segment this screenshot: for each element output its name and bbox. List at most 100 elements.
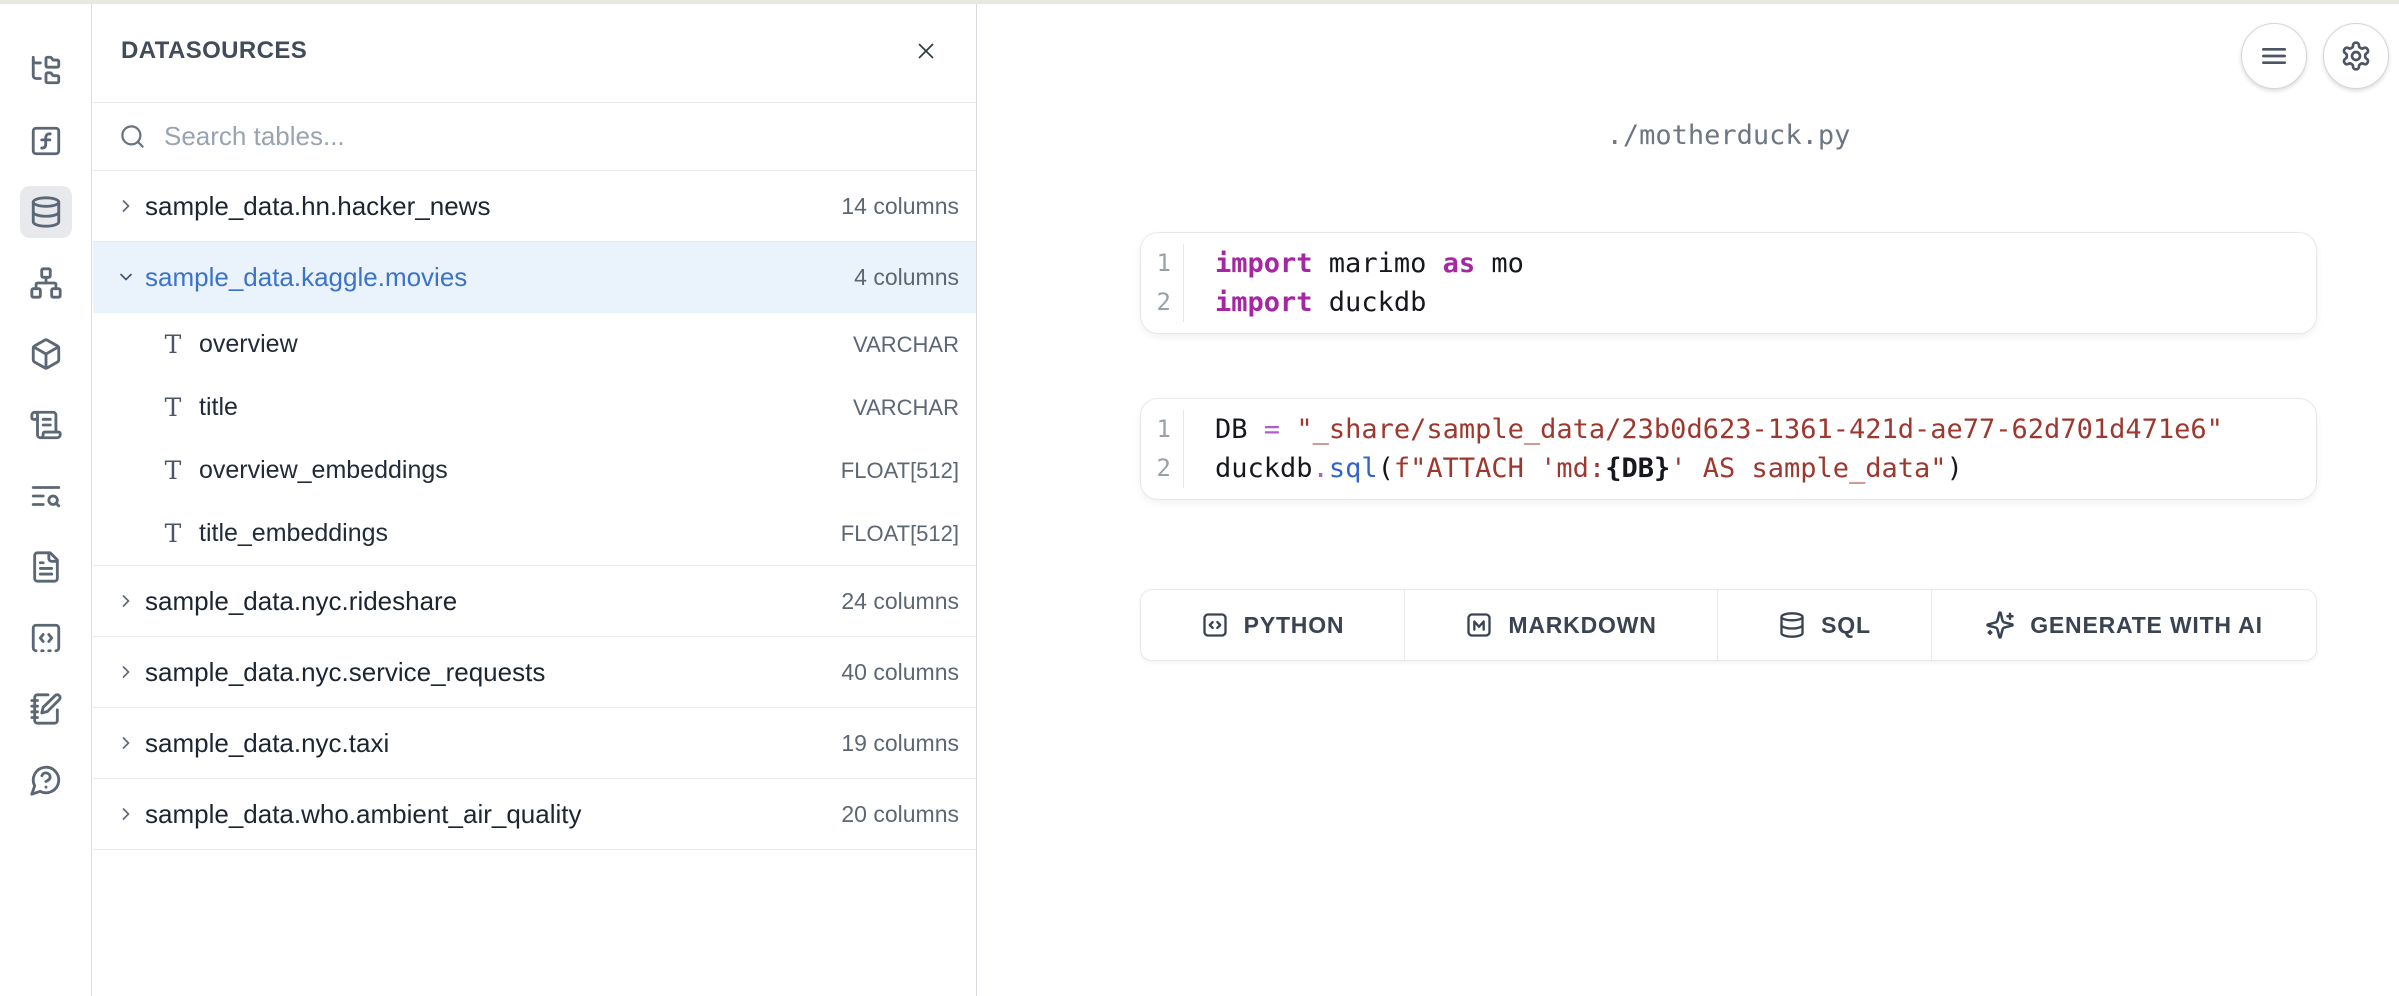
- chevron-right-icon: [116, 662, 136, 682]
- function-square-icon: [29, 124, 63, 158]
- table-column-count: 40 columns: [841, 659, 959, 686]
- line-number-gutter: 12: [1141, 410, 1184, 488]
- close-panel-button[interactable]: [906, 31, 946, 71]
- sidebar-item-snippets[interactable]: [20, 612, 72, 664]
- column-row[interactable]: T overview_embeddings FLOAT[512]: [93, 439, 976, 502]
- table-row[interactable]: sample_data.hn.hacker_news 14 columns: [93, 171, 976, 242]
- generate-with-ai-button[interactable]: GENERATE WITH AI: [1932, 590, 2316, 660]
- file-tree-icon: [29, 53, 63, 87]
- chevron-down-icon: [116, 267, 136, 287]
- topbar-controls: [2241, 23, 2389, 89]
- table-name: sample_data.kaggle.movies: [145, 262, 467, 293]
- text-type-icon: T: [161, 456, 185, 485]
- table-row[interactable]: sample_data.nyc.service_requests 40 colu…: [93, 637, 976, 708]
- tables-list: sample_data.hn.hacker_news 14 columns sa…: [93, 171, 976, 850]
- table-column-count: 20 columns: [841, 801, 959, 828]
- table-column-count: 19 columns: [841, 730, 959, 757]
- table-columns: T overview VARCHAR T title VARCHAR T ove…: [93, 313, 976, 566]
- help-chat-icon: [29, 763, 63, 797]
- table-name: sample_data.nyc.service_requests: [145, 657, 545, 688]
- button-label: GENERATE WITH AI: [2030, 612, 2263, 639]
- menu-icon: [2258, 40, 2290, 72]
- column-name: overview: [199, 330, 298, 359]
- scratchpad-icon: [29, 692, 63, 726]
- sidebar-item-tracing[interactable]: [20, 470, 72, 522]
- sparkles-icon: [1985, 610, 2015, 640]
- column-type: VARCHAR: [853, 332, 959, 358]
- table-column-count: 4 columns: [854, 264, 959, 291]
- line-number: 1: [1141, 410, 1171, 449]
- code-editor[interactable]: DB = "_share/sample_data/23b0d623-1361-4…: [1184, 410, 2316, 488]
- code-cell[interactable]: 12 DB = "_share/sample_data/23b0d623-136…: [1140, 398, 2317, 500]
- sidebar-item-dependencies[interactable]: [20, 257, 72, 309]
- column-type: FLOAT[512]: [841, 458, 959, 484]
- text-type-icon: T: [161, 393, 185, 422]
- column-name: title_embeddings: [199, 519, 388, 548]
- sidebar-item-files[interactable]: [20, 44, 72, 96]
- table-name: sample_data.nyc.taxi: [145, 728, 389, 759]
- table-name: sample_data.hn.hacker_news: [145, 191, 490, 222]
- button-label: SQL: [1821, 612, 1871, 639]
- icon-rail: [0, 0, 92, 996]
- database-icon: [29, 195, 63, 229]
- sidebar-item-scratchpad[interactable]: [20, 683, 72, 735]
- column-row[interactable]: T title_embeddings FLOAT[512]: [93, 502, 976, 565]
- search-icon: [119, 123, 146, 150]
- sidebar-item-help[interactable]: [20, 754, 72, 806]
- sidebar-item-logs[interactable]: [20, 399, 72, 451]
- column-row[interactable]: T title VARCHAR: [93, 376, 976, 439]
- settings-gear-icon: [2340, 40, 2372, 72]
- table-name: sample_data.nyc.rideshare: [145, 586, 457, 617]
- add-markdown-cell-button[interactable]: MARKDOWN: [1405, 590, 1718, 660]
- search-bar: [93, 103, 976, 171]
- code-editor[interactable]: import marimo as moimport duckdb: [1184, 244, 2316, 322]
- text-type-icon: T: [161, 330, 185, 359]
- chevron-right-icon: [116, 196, 136, 216]
- scroll-log-icon: [29, 408, 63, 442]
- code-line: import duckdb: [1215, 283, 2316, 322]
- sidebar-item-datasources[interactable]: [20, 186, 72, 238]
- sidebar-item-variables[interactable]: [20, 115, 72, 167]
- datasources-panel: DATASOURCES sample_data.hn.hacker_news 1…: [93, 0, 977, 996]
- table-row[interactable]: sample_data.nyc.rideshare 24 columns: [93, 566, 976, 637]
- notebook-area: ./motherduck.py 12 import marimo as moim…: [978, 0, 2399, 996]
- chevron-right-icon: [116, 733, 136, 753]
- code-square-icon: [1201, 611, 1229, 639]
- table-column-count: 24 columns: [841, 588, 959, 615]
- column-name: overview_embeddings: [199, 456, 448, 485]
- database-icon: [1778, 611, 1806, 639]
- add-cell-bar: PYTHON MARKDOWN SQL GENERATE WITH AI: [1140, 589, 2317, 661]
- search-input[interactable]: [164, 121, 956, 152]
- panel-title: DATASOURCES: [121, 37, 307, 65]
- add-python-cell-button[interactable]: PYTHON: [1141, 590, 1405, 660]
- chevron-right-icon: [116, 804, 136, 824]
- chevron-right-icon: [116, 591, 136, 611]
- code-line: import marimo as mo: [1215, 244, 2316, 283]
- dependency-graph-icon: [29, 266, 63, 300]
- button-label: MARKDOWN: [1508, 612, 1656, 639]
- table-row-selected[interactable]: sample_data.kaggle.movies 4 columns: [93, 242, 976, 313]
- snippets-code-icon: [29, 621, 63, 655]
- table-row[interactable]: sample_data.who.ambient_air_quality 20 c…: [93, 779, 976, 850]
- line-number: 2: [1141, 449, 1171, 488]
- x-icon: [913, 38, 939, 64]
- add-sql-cell-button[interactable]: SQL: [1718, 590, 1932, 660]
- table-name: sample_data.who.ambient_air_quality: [145, 799, 582, 830]
- markdown-square-icon: [1465, 611, 1493, 639]
- notebook-menu-button[interactable]: [2241, 23, 2307, 89]
- button-label: PYTHON: [1244, 612, 1345, 639]
- sidebar-item-packages[interactable]: [20, 328, 72, 380]
- column-row[interactable]: T overview VARCHAR: [93, 313, 976, 376]
- column-name: title: [199, 393, 238, 422]
- line-number-gutter: 12: [1141, 244, 1184, 322]
- code-line: duckdb.sql(f"ATTACH 'md:{DB}' AS sample_…: [1215, 449, 2316, 488]
- code-cell[interactable]: 12 import marimo as moimport duckdb: [1140, 232, 2317, 334]
- document-icon: [29, 550, 63, 584]
- notebook-filename: ./motherduck.py: [1140, 120, 2317, 151]
- settings-button[interactable]: [2323, 23, 2389, 89]
- line-number: 2: [1141, 283, 1171, 322]
- panel-header: DATASOURCES: [93, 0, 976, 103]
- table-row[interactable]: sample_data.nyc.taxi 19 columns: [93, 708, 976, 779]
- sidebar-item-documentation[interactable]: [20, 541, 72, 593]
- column-type: FLOAT[512]: [841, 521, 959, 547]
